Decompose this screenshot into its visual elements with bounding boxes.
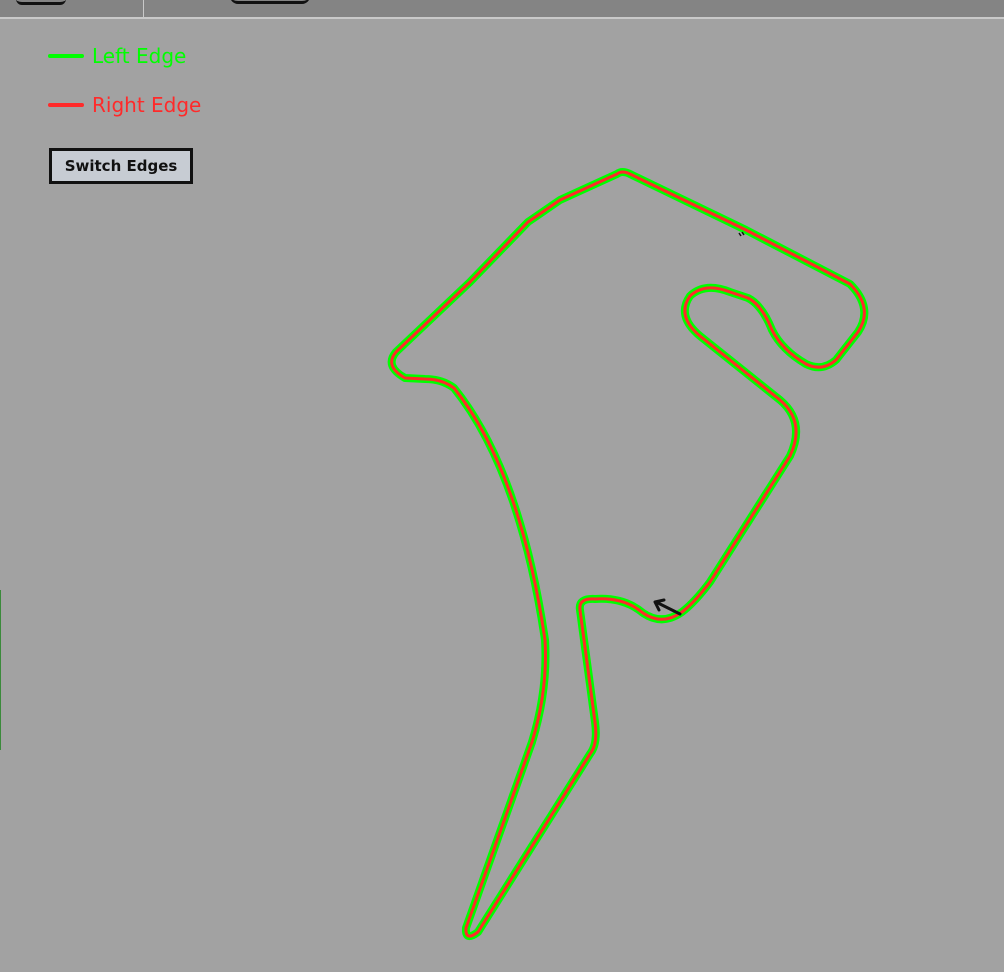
arrow-up-left-icon[interactable] xyxy=(653,598,682,616)
track-marker-icon xyxy=(738,231,745,237)
track-canvas[interactable] xyxy=(0,0,1004,972)
track-left-edge xyxy=(387,168,869,941)
track-editor-window: Left Edge Right Edge Switch Edges xyxy=(0,0,1004,972)
